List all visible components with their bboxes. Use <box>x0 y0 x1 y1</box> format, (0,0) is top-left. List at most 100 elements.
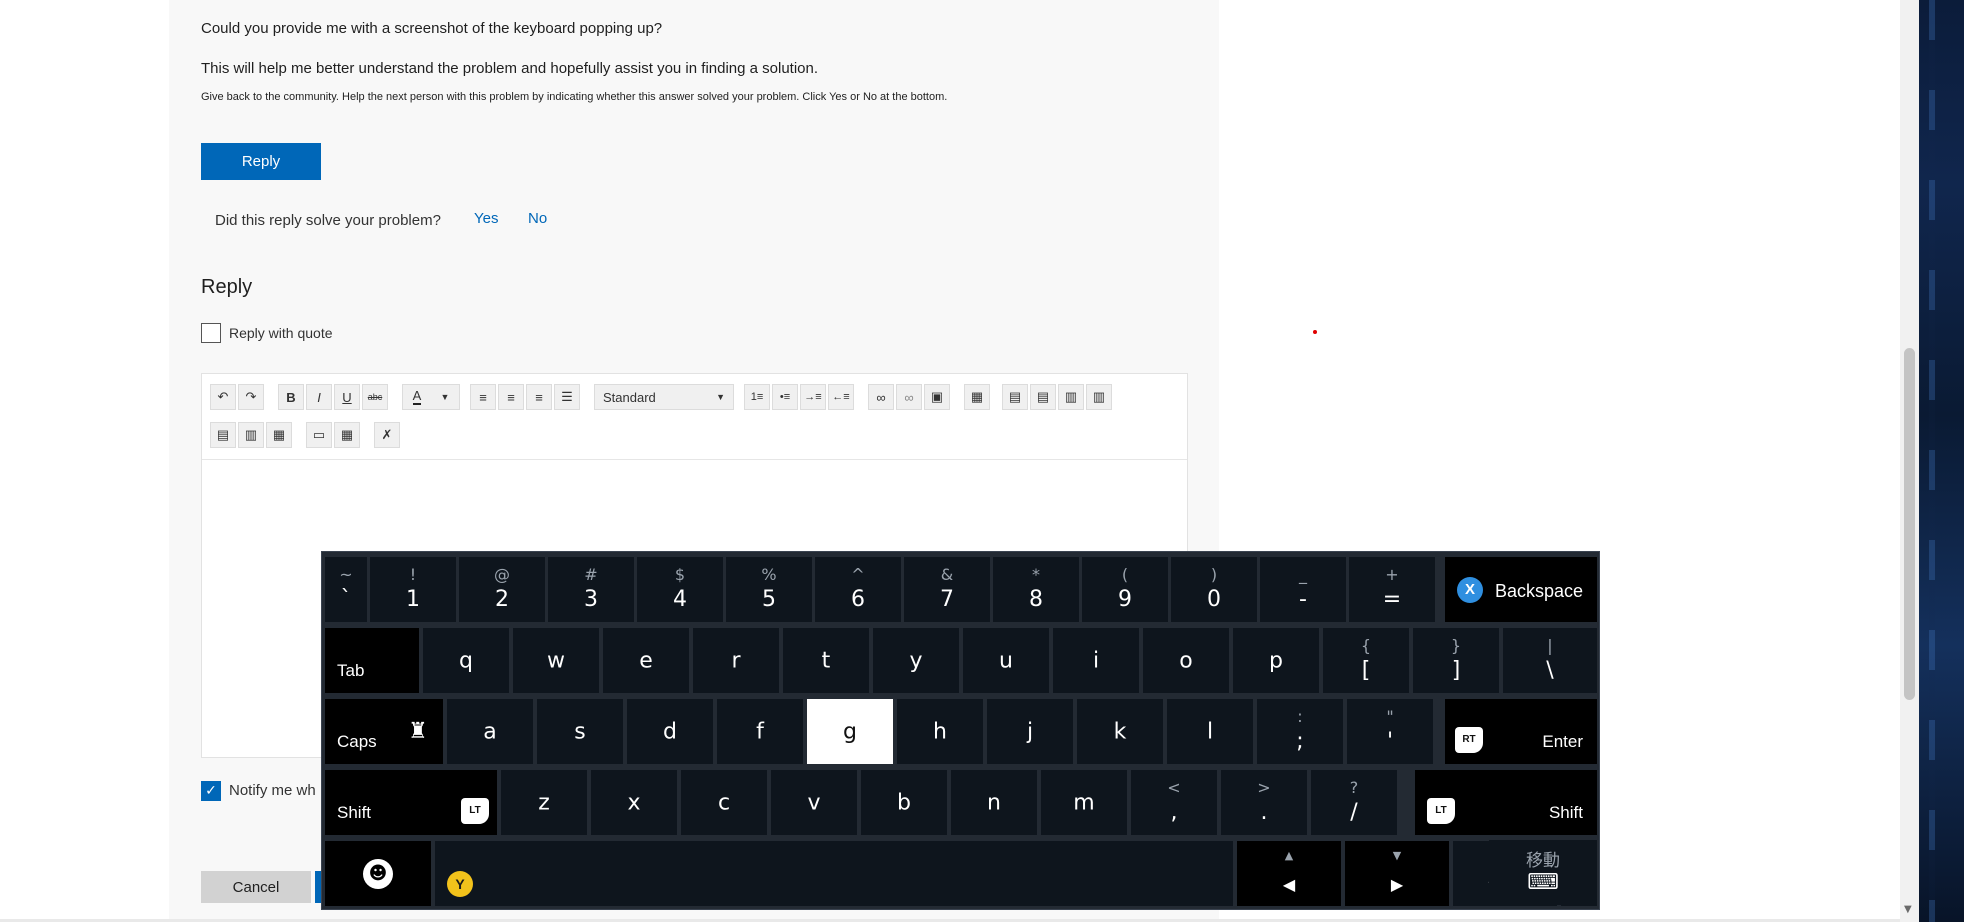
undo-icon[interactable]: ↶ <box>210 384 236 410</box>
key-9[interactable]: (9 <box>1082 557 1168 622</box>
key-t[interactable]: t <box>783 628 869 693</box>
key-c[interactable]: c <box>681 770 767 835</box>
underline-icon[interactable]: U <box>334 384 360 410</box>
key-a[interactable]: a <box>447 699 533 764</box>
key-enter[interactable]: RT Enter <box>1445 699 1597 764</box>
key-backtick[interactable]: ~ ` <box>325 557 367 622</box>
key-emoji[interactable]: ☻ <box>325 841 431 906</box>
scrollbar-thumb[interactable] <box>1904 348 1915 700</box>
key-period[interactable]: >. <box>1221 770 1307 835</box>
key-backslash[interactable]: | \ <box>1503 628 1597 693</box>
key-w[interactable]: w <box>513 628 599 693</box>
key-caps[interactable]: Caps ♜ <box>325 699 443 764</box>
key-h[interactable]: h <box>897 699 983 764</box>
key-d[interactable]: d <box>627 699 713 764</box>
key-1[interactable]: ! 1 <box>370 557 456 622</box>
key-e[interactable]: e <box>603 628 689 693</box>
reply-button[interactable]: Reply <box>201 143 321 180</box>
key-2[interactable]: @2 <box>459 557 545 622</box>
key-s[interactable]: s <box>537 699 623 764</box>
key-o[interactable]: o <box>1143 628 1229 693</box>
redo-icon[interactable]: ↷ <box>238 384 264 410</box>
key-tab[interactable]: Tab <box>325 628 419 693</box>
key-6[interactable]: ^ 6 <box>815 557 901 622</box>
table-properties-icon[interactable]: ▦ <box>334 422 360 448</box>
align-left-icon[interactable]: ≡ <box>470 384 496 410</box>
no-link[interactable]: No <box>528 210 547 227</box>
align-right-icon[interactable]: ≡ <box>526 384 552 410</box>
key-8[interactable]: * 8 <box>993 557 1079 622</box>
justify-icon[interactable]: ☰ <box>554 384 580 410</box>
key-r[interactable]: r <box>693 628 779 693</box>
table-icon[interactable]: ▦ <box>964 384 990 410</box>
key-space[interactable]: Y <box>435 841 1233 906</box>
key-right-shift[interactable]: LT Shift <box>1415 770 1597 835</box>
bulleted-list-icon[interactable]: •≡ <box>772 384 798 410</box>
key-f[interactable]: f <box>717 699 803 764</box>
strikethrough-icon[interactable]: abc <box>362 384 388 410</box>
table-row-above-icon[interactable]: ▤ <box>1002 384 1028 410</box>
key-quote[interactable]: " ' <box>1347 699 1433 764</box>
key-p[interactable]: p <box>1233 628 1319 693</box>
table-row-below-icon[interactable]: ▤ <box>1030 384 1056 410</box>
key-v[interactable]: v <box>771 770 857 835</box>
key-k[interactable]: k <box>1077 699 1163 764</box>
outdent-icon[interactable]: ←≡ <box>828 384 854 410</box>
unlink-icon[interactable]: ∞ <box>896 384 922 410</box>
bold-icon[interactable]: B <box>278 384 304 410</box>
key-m[interactable]: m <box>1041 770 1127 835</box>
key-u[interactable]: u <box>963 628 1049 693</box>
cancel-button[interactable]: Cancel <box>201 871 311 903</box>
table-delete-col-icon[interactable]: ▥ <box>238 422 264 448</box>
key-0[interactable]: ) 0 <box>1171 557 1257 622</box>
dpad-down-icon: ▼ <box>1392 849 1402 862</box>
key-l[interactable]: l <box>1167 699 1253 764</box>
table-delete-row-icon[interactable]: ▤ <box>210 422 236 448</box>
align-center-icon[interactable]: ≡ <box>498 384 524 410</box>
key-4[interactable]: $4 <box>637 557 723 622</box>
key-label: 7 <box>940 587 954 612</box>
table-merge-icon[interactable]: ▦ <box>266 422 292 448</box>
key-label: ` <box>340 587 352 612</box>
scroll-down-icon[interactable]: ▼ <box>1904 904 1912 915</box>
key-3[interactable]: #3 <box>548 557 634 622</box>
italic-icon[interactable]: I <box>306 384 332 410</box>
clear-format-icon[interactable]: ✗ <box>374 422 400 448</box>
key-semicolon[interactable]: :; <box>1257 699 1343 764</box>
key-g[interactable]: g <box>807 699 893 764</box>
key-cursor-right[interactable]: ▼ ▶ <box>1345 841 1449 906</box>
key-left-bracket[interactable]: {[ <box>1323 628 1409 693</box>
key-minus[interactable]: _ - <box>1260 557 1346 622</box>
table-col-right-icon[interactable]: ▥ <box>1086 384 1112 410</box>
key-q[interactable]: q <box>423 628 509 693</box>
key-cursor-left[interactable]: ▲ ◀ <box>1237 841 1341 906</box>
indent-icon[interactable]: →≡ <box>800 384 826 410</box>
key-equals[interactable]: + = <box>1349 557 1435 622</box>
key-slash[interactable]: ? / <box>1311 770 1397 835</box>
font-color-icon[interactable]: A ▼ <box>402 384 460 410</box>
key-x[interactable]: x <box>591 770 677 835</box>
key-i[interactable]: i <box>1053 628 1139 693</box>
reply-with-quote-checkbox[interactable] <box>201 323 221 343</box>
notify-checkbox[interactable]: ✓ <box>201 781 221 801</box>
image-icon[interactable]: ▣ <box>924 384 950 410</box>
key-j[interactable]: j <box>987 699 1073 764</box>
page-scrollbar[interactable]: ▼ <box>1900 0 1919 922</box>
paragraph-style-select[interactable]: Standard ▼ <box>594 384 734 410</box>
key-5[interactable]: % 5 <box>726 557 812 622</box>
key-left-shift[interactable]: Shift LT <box>325 770 497 835</box>
key-b[interactable]: b <box>861 770 947 835</box>
table-split-icon[interactable]: ▭ <box>306 422 332 448</box>
key-z[interactable]: z <box>501 770 587 835</box>
key-y[interactable]: y <box>873 628 959 693</box>
key-right-bracket[interactable]: }] <box>1413 628 1499 693</box>
numbered-list-icon[interactable]: 1≡ <box>744 384 770 410</box>
key-backspace[interactable]: X Backspace <box>1445 557 1597 622</box>
yes-link[interactable]: Yes <box>474 210 498 227</box>
key-n[interactable]: n <box>951 770 1037 835</box>
key-move[interactable]: 移動 ⌨ <box>1489 840 1597 905</box>
table-col-left-icon[interactable]: ▥ <box>1058 384 1084 410</box>
key-7[interactable]: & 7 <box>904 557 990 622</box>
key-comma[interactable]: <, <box>1131 770 1217 835</box>
link-icon[interactable]: ∞ <box>868 384 894 410</box>
